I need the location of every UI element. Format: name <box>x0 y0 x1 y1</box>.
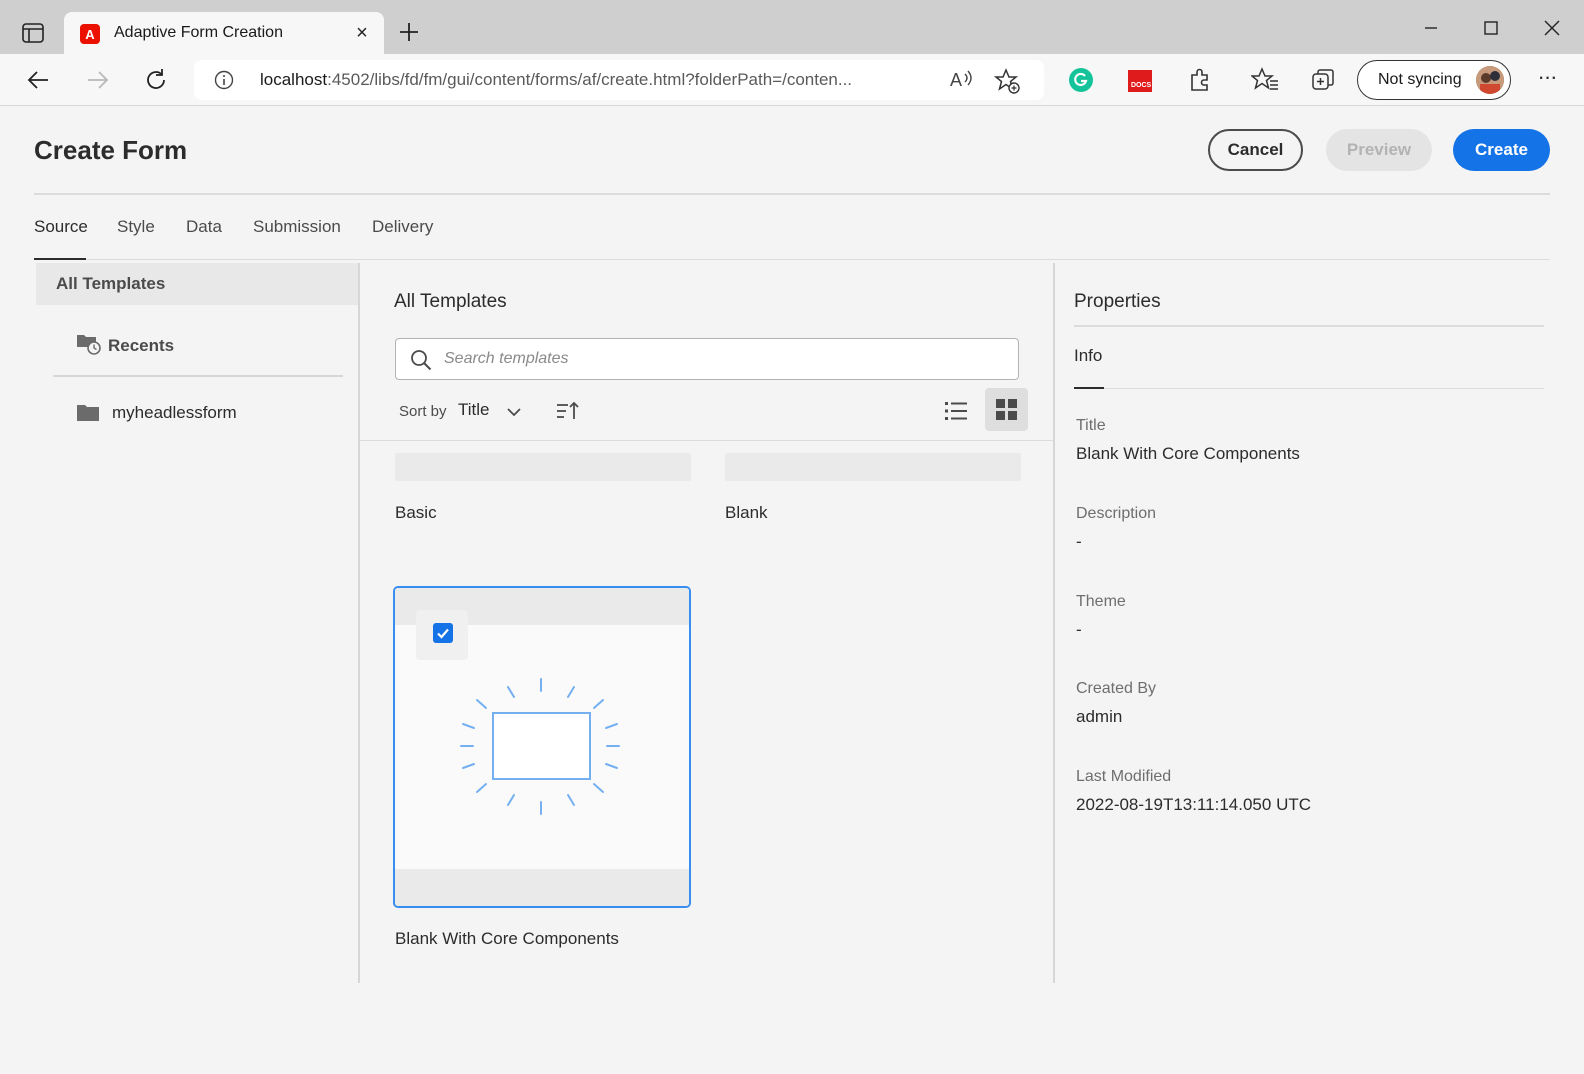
tabs-divider <box>34 259 1550 260</box>
tab-delivery[interactable]: Delivery <box>372 217 433 237</box>
minimize-window-icon[interactable] <box>1419 16 1443 40</box>
create-form-page: Create Form Cancel Preview Create Source… <box>0 107 1584 1074</box>
url-text[interactable]: localhost:4502/libs/fd/fm/gui/content/fo… <box>260 70 852 90</box>
templates-heading: All Templates <box>394 291 507 312</box>
properties-heading: Properties <box>1074 291 1161 312</box>
property-description-label: Description <box>1076 505 1157 522</box>
browser-toolbar: localhost:4502/libs/fd/fm/gui/content/fo… <box>0 54 1584 106</box>
forward-icon[interactable] <box>84 66 112 94</box>
new-tab-icon[interactable] <box>396 19 422 45</box>
nav-item-label: All Templates <box>56 274 166 293</box>
template-card-blank-label[interactable]: Blank <box>725 503 768 523</box>
properties-divider <box>1074 325 1544 327</box>
browser-tabstrip: A Adaptive Form Creation × <box>0 0 1584 55</box>
browser-tab-active[interactable]: A Adaptive Form Creation × <box>64 12 384 55</box>
svg-text:DOCS: DOCS <box>1131 82 1152 89</box>
header-divider <box>34 193 1550 195</box>
checkbox-checked-icon <box>433 623 453 643</box>
sort-by-label: Sort by <box>399 403 447 420</box>
template-card-blank-core-components-label[interactable]: Blank With Core Components <box>395 929 619 949</box>
nav-item-label: myheadlessform <box>112 403 237 422</box>
right-panel-divider <box>1053 263 1055 983</box>
create-button[interactable]: Create <box>1453 129 1550 171</box>
property-created-by-value: admin <box>1076 707 1123 726</box>
property-theme-label: Theme <box>1076 593 1126 610</box>
browser-tab-title: Adaptive Form Creation <box>114 24 283 41</box>
preview-button[interactable]: Preview <box>1326 129 1432 171</box>
page-title: Create Form <box>34 135 188 165</box>
close-tab-icon[interactable]: × <box>352 23 372 43</box>
toolbar-divider <box>360 440 1054 441</box>
adobe-favicon-icon: A <box>80 24 100 44</box>
favorites-icon[interactable] <box>1249 66 1279 94</box>
grid-view-icon <box>996 399 1017 420</box>
property-title-value: Blank With Core Components <box>1076 444 1300 463</box>
nav-item-all-templates[interactable]: All Templates <box>36 263 358 305</box>
extensions-icon[interactable] <box>1186 66 1214 94</box>
search-icon <box>411 350 432 371</box>
blank-template-illustration-icon <box>460 678 620 815</box>
url-host: localhost <box>260 70 328 89</box>
info-tab-divider <box>1074 388 1544 389</box>
template-card-basic-thumbnail[interactable] <box>395 453 691 481</box>
recents-folder-icon <box>77 335 101 355</box>
sort-direction-icon[interactable] <box>555 400 581 422</box>
profile-avatar <box>1476 66 1504 94</box>
card-select-checkbox[interactable] <box>416 610 468 660</box>
site-info-icon[interactable] <box>214 70 234 90</box>
active-info-tab-indicator <box>1074 387 1104 389</box>
docs-extension-icon[interactable]: DOCS <box>1126 66 1154 94</box>
collections-icon[interactable] <box>1309 66 1337 94</box>
grammarly-extension-icon[interactable] <box>1067 66 1095 94</box>
nav-item-label: Recents <box>108 336 175 355</box>
sync-status-label: Not syncing <box>1378 71 1462 88</box>
property-created-by-label: Created By <box>1076 680 1157 697</box>
property-last-modified-value: 2022-08-19T13:11:14.050 UTC <box>1076 795 1312 814</box>
chevron-down-icon[interactable] <box>505 403 523 421</box>
property-description-value: - <box>1076 532 1082 551</box>
template-card-basic-label[interactable]: Basic <box>395 503 437 523</box>
template-card-blank-thumbnail[interactable] <box>725 453 1021 481</box>
search-placeholder: Search templates <box>444 350 569 367</box>
add-favorite-icon[interactable] <box>993 68 1020 94</box>
property-last-modified-label: Last Modified <box>1076 768 1172 785</box>
grid-view-button[interactable] <box>985 388 1028 431</box>
back-icon[interactable] <box>24 66 52 94</box>
cancel-button[interactable]: Cancel <box>1208 129 1303 171</box>
tab-style[interactable]: Style <box>117 217 155 237</box>
search-input[interactable]: Search templates <box>395 338 1019 380</box>
tab-source[interactable]: Source <box>34 217 88 237</box>
sort-field-select[interactable]: Title <box>458 400 490 420</box>
list-view-icon[interactable] <box>942 397 970 425</box>
url-path: :4502/libs/fd/fm/gui/content/forms/af/cr… <box>327 70 853 89</box>
tab-submission[interactable]: Submission <box>253 217 341 237</box>
card-footer-band <box>395 869 689 906</box>
refresh-icon[interactable] <box>142 66 170 94</box>
property-title-label: Title <box>1076 417 1106 434</box>
tab-info[interactable]: Info <box>1074 346 1102 366</box>
template-card-blank-core-components[interactable] <box>393 586 691 908</box>
read-aloud-icon[interactable]: A <box>949 68 975 98</box>
nav-divider <box>53 375 343 377</box>
maximize-window-icon[interactable] <box>1479 16 1503 40</box>
tab-data[interactable]: Data <box>186 217 222 237</box>
address-bar[interactable]: localhost:4502/libs/fd/fm/gui/content/fo… <box>194 60 1044 100</box>
template-folder-nav: All Templates Recents myheadlessform <box>36 263 358 983</box>
profile-sync-button[interactable]: Not syncing <box>1357 60 1511 100</box>
folder-icon <box>77 405 99 421</box>
left-panel-divider <box>358 263 360 983</box>
more-options-icon[interactable]: ··· <box>1534 66 1560 92</box>
svg-text:A: A <box>950 70 962 90</box>
property-theme-value: - <box>1076 620 1082 639</box>
close-window-icon[interactable] <box>1540 16 1564 40</box>
active-tab-indicator <box>34 258 86 260</box>
tab-actions-icon[interactable] <box>18 20 48 46</box>
